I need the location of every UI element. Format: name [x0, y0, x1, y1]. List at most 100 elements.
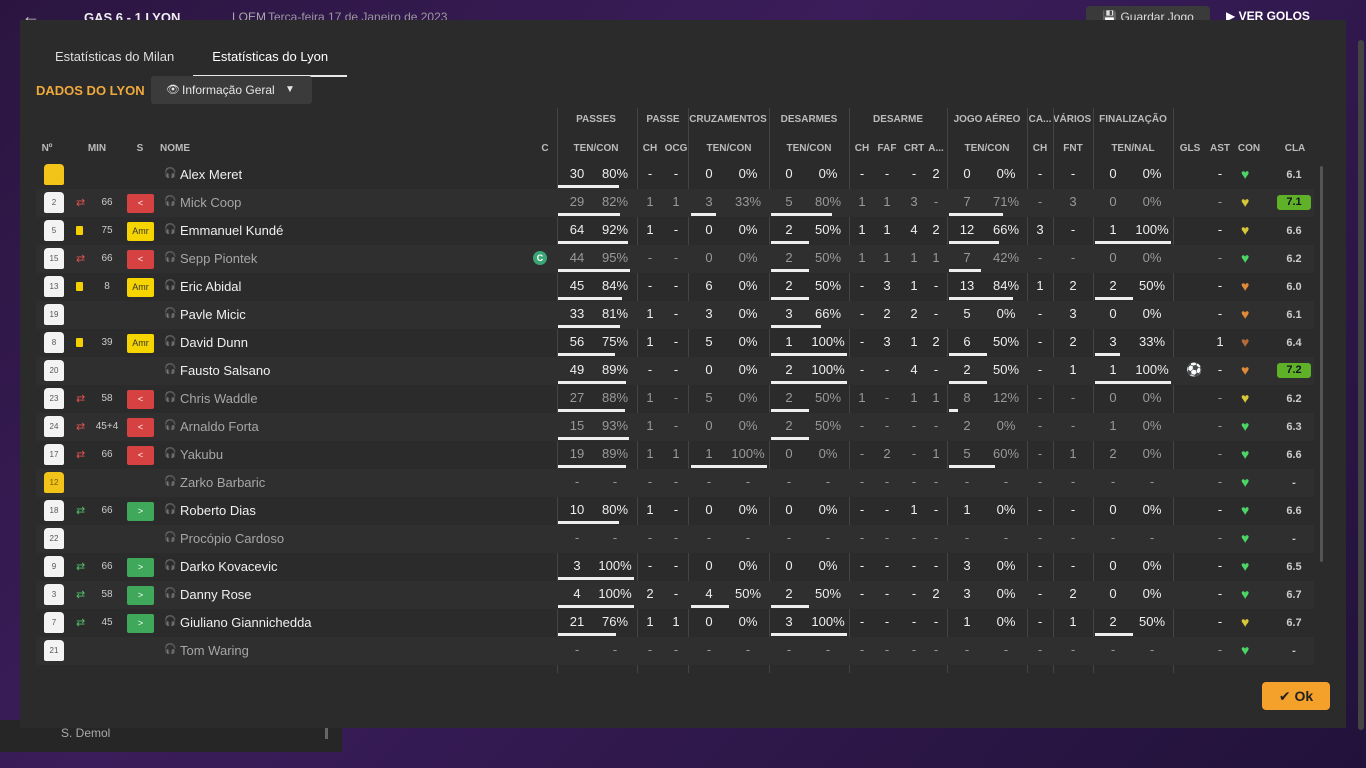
headset-icon: 🎧 [164, 168, 177, 179]
view-selector-dropdown[interactable]: 👁 Informação Geral ▼ [151, 76, 312, 104]
col-passe-ch[interactable]: CH [640, 143, 660, 154]
table-row[interactable]: 21 🎧 Tom Waring - - - - - - - - - - - - - - - - - - - ♥ - [36, 637, 1314, 665]
col-des-ten-con[interactable]: TEN/CON [770, 143, 848, 154]
col-cruz-ten-con[interactable]: TEN/CON [690, 143, 768, 154]
shots-pct: 0% [1142, 166, 1162, 181]
table-row[interactable]: 2 ⇄ 66 < 🎧 Mick Coop 29 82% 1 1 3 33% 5 80% 1 1 3-7 71% -3… [36, 189, 1314, 217]
table-scrollbar[interactable] [1320, 166, 1323, 562]
player-name[interactable]: Alex Meret [180, 161, 242, 189]
minute-value: 45 [101, 617, 113, 628]
shots-attempted: 2 [1109, 446, 1117, 461]
crosses-pct: 33% [734, 194, 762, 209]
tab-lyon[interactable]: Estatísticas do Lyon [193, 40, 348, 77]
table-row[interactable]: 20 🎧 Fausto Salsano 49 89% - -0 0% 2 100% - -4-2 50%… [36, 357, 1314, 385]
col-s[interactable]: S [133, 143, 147, 154]
tackles-pct: 50% [814, 418, 842, 433]
table-row[interactable]: 15 ⇄ 66 < 🎧 Sepp Piontek C 44 95% - -0 0% 2 50% 1 1 1 1 7 4… [36, 245, 1314, 273]
rating-value: 6.2 [1286, 253, 1302, 265]
col-no[interactable]: Nº [40, 143, 54, 154]
passes-bar [558, 269, 630, 272]
headers-pct: 42% [992, 250, 1020, 265]
col-ast[interactable]: AST [1208, 143, 1232, 154]
table-row[interactable]: 5 75 Amr 🎧 Emmanuel Kundé 64 92% 1-0 0% 2 50% 1 1 4 2 1… [36, 217, 1314, 245]
col-aereo-ten-con[interactable]: TEN/CON [948, 143, 1026, 154]
col-des-ch[interactable]: CH [852, 143, 872, 154]
col-ca-ch[interactable]: CH [1030, 143, 1050, 154]
fouls-against: 2 [1069, 278, 1077, 293]
fouls: - [884, 362, 890, 377]
headers-attempted: 3 [963, 558, 971, 573]
rating-value: - [1292, 477, 1296, 489]
player-name[interactable]: Sepp Piontek [180, 245, 257, 273]
col-cla[interactable]: CLA [1280, 143, 1310, 154]
chances-created: - [673, 390, 679, 405]
col-des-a[interactable]: A... [926, 143, 946, 154]
headers-attempted: - [964, 642, 970, 657]
headers-bar [949, 381, 987, 384]
table-row[interactable]: 8 39 Amr 🎧 David Dunn 56 75% 1-5 0% 1 100% -3 1 2 6 50%… [36, 329, 1314, 357]
tackles-bar [771, 213, 832, 216]
col-passes-ten-con[interactable]: TEN/CON [557, 143, 635, 154]
fouls-against: - [1070, 502, 1076, 517]
table-row[interactable]: 23 ⇄ 58 < 🎧 Chris Waddle 27 88% 1-5 0% 2 50% 1-1 1 8 12… [36, 385, 1314, 413]
yellow-card-badge: Amr [127, 278, 154, 297]
table-row[interactable]: 3 ⇄ 58 > 🎧 Danny Rose 4 100% 2-4 50% 2 50% - - -2 3 0% -2… [36, 581, 1314, 609]
crosses-pct: - [745, 642, 751, 657]
player-name[interactable]: Emmanuel Kundé [180, 217, 283, 245]
player-name[interactable]: Darko Kovacevic [180, 553, 278, 581]
player-name[interactable]: Arnaldo Forta [180, 413, 259, 441]
table-row[interactable]: 9 ⇄ 66 > 🎧 Darko Kovacevic 3 100% - -0 0% 0 0% - - - -3 0… [36, 553, 1314, 581]
crosses-bar [691, 605, 729, 608]
col-c[interactable]: C [538, 143, 552, 154]
yellow-card-icon [76, 282, 83, 291]
player-name[interactable]: Danny Rose [180, 581, 252, 609]
table-row[interactable]: 19 🎧 Pavle Micic 33 81% 1-3 0% 3 66% -2 2-5 0% -3 0 0%… [36, 301, 1314, 329]
passes-bar [558, 605, 634, 608]
clearances: 1 [910, 502, 918, 517]
yellow-card-badge: Amr [127, 222, 154, 241]
player-name[interactable]: Mick Coop [180, 189, 241, 217]
fouls-against: - [1070, 166, 1076, 181]
key-passes: 1 [646, 418, 654, 433]
blocks: - [933, 418, 939, 433]
headers-bar [949, 353, 987, 356]
player-name[interactable]: Giuliano Giannichedda [180, 609, 312, 637]
player-name[interactable]: Fausto Salsano [180, 357, 270, 385]
col-des-crt[interactable]: CRT [902, 143, 926, 154]
col-des-faf[interactable]: FAF [876, 143, 898, 154]
table-row[interactable]: 🎧 Alex Meret 30 80% - -0 0% 0 0% - - -2 0 0% - -0 0% - ♥ 6.… [36, 161, 1314, 189]
col-varios-fnt[interactable]: FNT [1060, 143, 1086, 154]
headset-icon: 🎧 [164, 224, 177, 235]
blocks: - [933, 306, 939, 321]
col-con[interactable]: CON [1236, 143, 1262, 154]
table-row[interactable]: 18 ⇄ 66 > 🎧 Roberto Dias 10 80% 1-0 0% 0 0% - -1-1 0% -… [36, 497, 1314, 525]
crosses-pct: 0% [738, 222, 758, 237]
ok-button[interactable]: ✔ Ok [1262, 682, 1330, 710]
player-name[interactable]: Eric Abidal [180, 273, 241, 301]
shirt-icon: 13 [44, 276, 64, 297]
tackle-key: - [859, 614, 865, 629]
player-name[interactable]: Chris Waddle [180, 385, 258, 413]
table-row[interactable]: 17 ⇄ 66 < 🎧 Yakubu 19 89% 1 1 1 100% 0 0% -2-1 5 60% -1 2 0… [36, 441, 1314, 469]
table-row[interactable]: 12 🎧 Zarko Barbaric - - - - - - - - - - - - - - - - - - - ♥ - [36, 469, 1314, 497]
player-name[interactable]: Pavle Micic [180, 301, 246, 329]
player-name[interactable]: Procópio Cardoso [180, 525, 284, 553]
background-right-scrollbar[interactable] [1358, 40, 1364, 730]
player-name[interactable]: Tom Waring [180, 637, 249, 665]
table-row[interactable]: 7 ⇄ 45 > 🎧 Giuliano Giannichedda 21 76% 1 1 0 0% 3 10… [36, 609, 1314, 637]
player-name[interactable]: David Dunn [180, 329, 248, 357]
key-passes: 1 [646, 306, 654, 321]
table-row[interactable]: 24 ⇄ 45+4 < 🎧 Arnaldo Forta 15 93% 1-0 0% 2 50% - - - -… [36, 413, 1314, 441]
tab-milan[interactable]: Estatísticas do Milan [36, 40, 193, 75]
table-row[interactable]: 13 8 Amr 🎧 Eric Abidal 45 84% - -6 0% 2 50% -3 1-13 84… [36, 273, 1314, 301]
player-name[interactable]: Zarko Barbaric [180, 469, 265, 497]
col-passe-ocg[interactable]: OCG [662, 143, 690, 154]
col-min[interactable]: MIN [84, 143, 110, 154]
tackles-pct: - [825, 530, 831, 545]
player-name[interactable]: Roberto Dias [180, 497, 256, 525]
col-gls[interactable]: GLS [1178, 143, 1202, 154]
table-row[interactable]: 22 🎧 Procópio Cardoso - - - - - - - - - - - - - - - - - - - ♥ - [36, 525, 1314, 553]
col-fin-ten-nal[interactable]: TEN/NAL [1094, 143, 1172, 154]
col-nome[interactable]: NOME [160, 143, 200, 154]
player-name[interactable]: Yakubu [180, 441, 223, 469]
